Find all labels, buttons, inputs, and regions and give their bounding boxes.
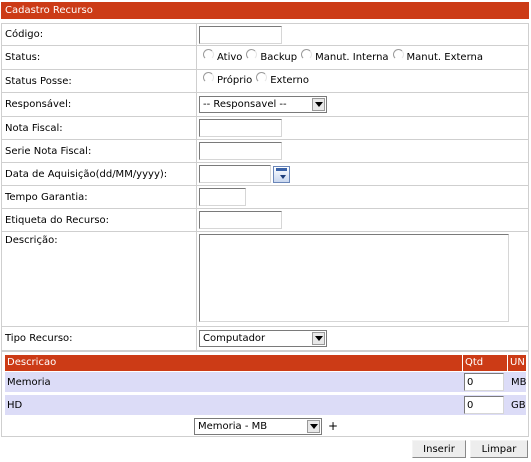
qtd-input[interactable]: [464, 373, 504, 391]
nota-fiscal-label: Nota Fiscal:: [2, 117, 197, 139]
row-codigo: Código:: [1, 23, 529, 46]
tipo-recurso-select[interactable]: Computador: [199, 330, 327, 347]
col-header-descricao: Descricao: [5, 355, 462, 371]
insert-button[interactable]: Inserir: [412, 440, 466, 458]
status-ativo-label: Ativo: [217, 51, 243, 63]
status-posse-label: Status Posse:: [2, 70, 197, 92]
row-descricao-cell: HD: [7, 399, 23, 411]
component-type-selected: Memoria - MB: [198, 421, 268, 432]
row-data-aquisicao: Data de Aquisição(dd/MM/yyyy):: [1, 163, 529, 186]
row-tipo-recurso: Tipo Recurso: Computador: [1, 327, 529, 351]
status-backup-radio[interactable]: Backup: [246, 48, 298, 64]
component-type-select[interactable]: Memoria - MB: [194, 418, 322, 435]
row-nota-fiscal: Nota Fiscal:: [1, 117, 529, 140]
posse-externo-label: Externo: [270, 75, 309, 86]
tipo-recurso-label: Tipo Recurso:: [2, 327, 197, 350]
row-status: Status: Ativo Backup Manut. Interna Manu…: [1, 46, 529, 70]
chevron-down-icon[interactable]: [307, 420, 320, 433]
tipo-recurso-selected: Computador: [203, 333, 266, 344]
descricao-textarea[interactable]: [199, 234, 509, 322]
responsavel-selected: -- Responsavel --: [203, 99, 287, 110]
clear-button[interactable]: Limpar: [470, 440, 528, 458]
row-tempo-garantia: Tempo Garantia:: [1, 186, 529, 209]
chevron-down-icon[interactable]: [312, 332, 325, 345]
status-manut-externa-label: Manut. Externa: [406, 51, 483, 63]
responsavel-select[interactable]: -- Responsavel --: [199, 96, 327, 113]
cadastro-recurso-form: Cadastro Recurso Código: Status: Ativo B…: [0, 0, 531, 462]
row-serie-nota-fiscal: Serie Nota Fiscal:: [1, 140, 529, 163]
radio-circle-icon: [392, 48, 404, 60]
calendar-icon[interactable]: [273, 165, 290, 183]
status-manut-interna-label: Manut. Interna: [315, 51, 389, 63]
nota-fiscal-input[interactable]: [199, 119, 282, 137]
table-row: Memoria MB: [5, 372, 527, 392]
posse-proprio-radio[interactable]: Próprio: [203, 72, 253, 87]
serie-nota-fiscal-input[interactable]: [199, 142, 282, 160]
qtd-input[interactable]: [464, 396, 504, 414]
radio-circle-icon: [246, 48, 258, 60]
col-header-qtd: Qtd: [463, 355, 507, 371]
radio-circle-icon: [203, 48, 214, 60]
status-manut-externa-radio[interactable]: Manut. Externa: [392, 48, 483, 64]
posse-proprio-label: Próprio: [217, 75, 253, 86]
components-table: Descricao Qtd UN Memoria MB HD GB Memori…: [1, 351, 529, 437]
radio-circle-icon: [256, 72, 268, 83]
status-manut-interna-radio[interactable]: Manut. Interna: [301, 48, 389, 64]
row-un-cell: GB: [511, 399, 526, 411]
chevron-down-icon[interactable]: [312, 98, 325, 111]
row-descricao-cell: Memoria: [7, 376, 51, 388]
data-aquisicao-input[interactable]: [199, 165, 271, 183]
row-un-cell: MB: [511, 376, 527, 388]
data-aquisicao-label: Data de Aquisição(dd/MM/yyyy):: [2, 163, 197, 185]
radio-circle-icon: [301, 48, 313, 60]
descricao-label: Descrição:: [2, 232, 197, 326]
codigo-label: Código:: [2, 24, 197, 45]
codigo-input[interactable]: [199, 25, 282, 44]
row-status-posse: Status Posse: Próprio Externo: [1, 70, 529, 93]
status-backup-label: Backup: [260, 51, 298, 63]
tempo-garantia-label: Tempo Garantia:: [2, 186, 197, 208]
form-title: Cadastro Recurso: [1, 2, 529, 19]
row-responsavel: Responsável: -- Responsavel --: [1, 93, 529, 117]
status-ativo-radio[interactable]: Ativo: [203, 48, 243, 64]
status-label: Status:: [2, 46, 197, 69]
col-header-un: UN: [508, 355, 526, 371]
etiqueta-input[interactable]: [199, 211, 282, 229]
add-component-button[interactable]: +: [328, 418, 338, 434]
etiqueta-label: Etiqueta do Recurso:: [2, 209, 197, 231]
table-row: HD GB: [5, 395, 526, 415]
serie-nota-fiscal-label: Serie Nota Fiscal:: [2, 140, 197, 162]
row-etiqueta: Etiqueta do Recurso:: [1, 209, 529, 232]
tempo-garantia-input[interactable]: [199, 188, 246, 206]
row-descricao: Descrição:: [1, 232, 529, 327]
radio-circle-icon: [203, 72, 214, 83]
responsavel-label: Responsável:: [2, 93, 197, 116]
posse-externo-radio[interactable]: Externo: [256, 72, 309, 87]
